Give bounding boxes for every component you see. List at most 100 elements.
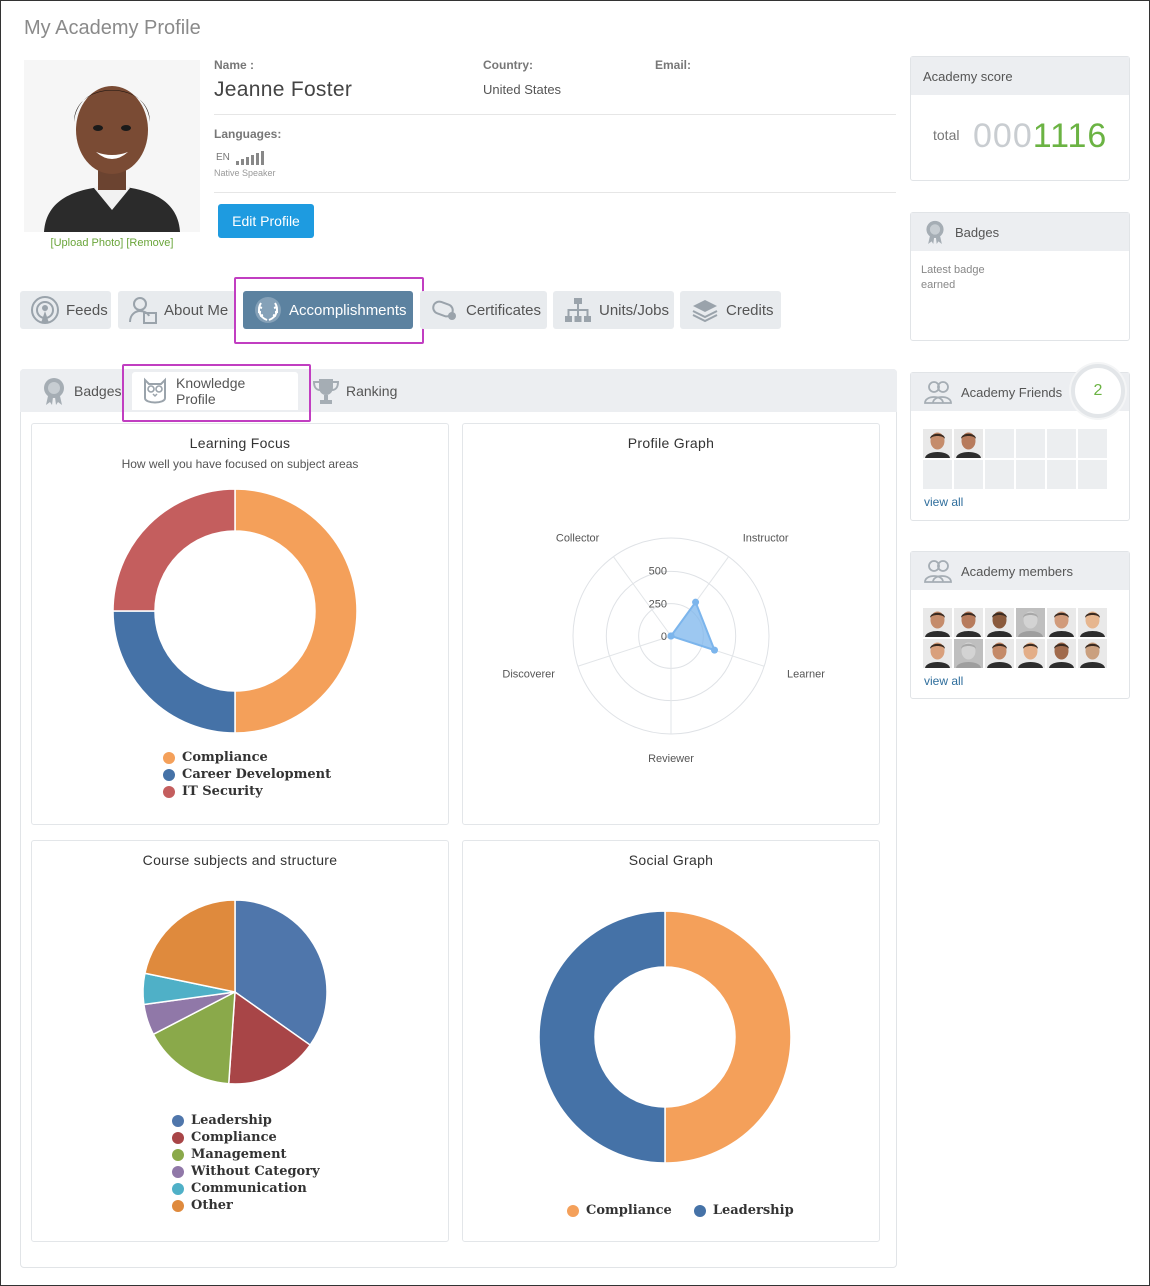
learning-focus-card: Learning Focus How well you have focused… [31,423,449,825]
legend-item[interactable]: Without Category [172,1164,320,1179]
avatar[interactable] [1078,608,1107,637]
avatar[interactable] [1047,639,1076,668]
tab-about-me[interactable]: About Me [118,291,236,329]
avatar[interactable] [923,639,952,668]
radar-axis-label: Reviewer [648,753,694,765]
legend-item[interactable]: Leadership [693,1203,794,1218]
divider [214,192,896,193]
avatar[interactable] [923,608,952,637]
avatar[interactable] [985,639,1014,668]
legend-item[interactable]: Management [172,1147,320,1162]
profile-country: United States [483,82,562,97]
tab-accomplishments[interactable]: Accomplishments [243,291,413,329]
legend-swatch [172,1182,184,1195]
avatar[interactable] [954,608,983,637]
subtab-ranking[interactable]: Ranking [312,372,397,410]
tab-about-label: About Me [164,301,229,319]
empty-friend-slot [1016,460,1045,489]
subtab-ranking-label: Ranking [346,383,398,399]
legend-swatch [567,1204,579,1217]
tab-credits[interactable]: Credits [680,291,781,329]
radar-point[interactable] [667,632,675,640]
tab-units-jobs[interactable]: Units/Jobs [553,291,674,329]
subtab-badges-label: Badges [74,383,122,399]
language-level: Native Speaker [214,168,276,178]
radar-axis-label: Discoverer [502,669,555,681]
avatar[interactable] [1047,608,1076,637]
empty-friend-slot [923,460,952,489]
badges-box: Badges Latest badge earned [910,212,1130,341]
profile-photo [24,60,200,232]
empty-friend-slot [1047,460,1076,489]
academy-members-box: Academy members view all [910,551,1130,699]
radar-point[interactable] [710,646,718,654]
avatar[interactable] [923,429,952,458]
legend-swatch [163,785,175,798]
friends-view-all-link[interactable]: view all [924,495,963,509]
legend-item[interactable]: Compliance [163,750,331,765]
tab-feeds[interactable]: Feeds [20,291,111,329]
legend-label: Career Development [182,767,332,782]
languages-label: Languages: [214,127,282,141]
legend-swatch [172,1165,184,1178]
subtab-highlight [122,364,311,422]
users-icon [923,558,953,584]
legend-item[interactable]: Compliance [172,1130,320,1145]
remove-photo-link[interactable]: [Remove] [126,237,173,249]
members-box-header: Academy members [911,552,1129,590]
radar-axis-label: Learner [787,669,825,681]
friends-count-badge: 2 [1071,364,1125,418]
legend-item[interactable]: Other [172,1198,320,1213]
avatar[interactable] [954,639,983,668]
tab-certificates-label: Certificates [466,301,542,319]
social-graph-legend: Compliance Leadership [567,1203,794,1218]
upload-photo-link[interactable]: [Upload Photo] [51,237,124,249]
badges-box-title: Badges [955,224,1000,240]
avatar[interactable] [954,429,983,458]
tab-units-label: Units/Jobs [599,301,670,319]
edit-profile-button[interactable]: Edit Profile [218,204,314,238]
course-subjects-card: Course subjects and structure Leadership… [31,840,449,1242]
avatar[interactable] [985,608,1014,637]
legend-label: Compliance [182,750,268,765]
avatar[interactable] [1016,639,1045,668]
hierarchy-icon [561,293,595,327]
legend-label: Without Category [191,1164,320,1179]
legend-item[interactable]: Career Development [163,767,331,782]
badges-box-header: Badges [911,213,1129,251]
stack-icon [688,293,722,327]
legend-item[interactable]: Leadership [172,1113,320,1128]
laurel-icon [251,293,285,327]
tab-certificates[interactable]: Certificates [420,291,547,329]
badge-icon [40,376,68,406]
legend-item[interactable]: IT Security [163,784,331,799]
subtab-badges[interactable]: Badges [40,372,121,410]
page-title: My Academy Profile [24,17,201,39]
latest-badge-text: Latest badge earned [921,264,985,291]
legend-label: Communication [191,1181,307,1196]
avatar[interactable] [1078,639,1107,668]
legend-label: Leadership [191,1113,272,1128]
language-code: EN [216,152,230,163]
slice-career-development [112,610,236,734]
empty-friend-slot [954,460,983,489]
legend-swatch [693,1204,706,1217]
members-view-all-link[interactable]: view all [924,674,963,688]
legend-swatch [172,1114,184,1127]
radar-axis-label: Instructor [743,532,789,544]
tab-accomplishments-label: Accomplishments [289,301,407,319]
avatar[interactable] [1016,608,1045,637]
legend-item[interactable]: Communication [172,1181,320,1196]
legend-label: IT Security [182,784,263,799]
legend-item[interactable]: Compliance [567,1203,672,1218]
radar-tick-label: 500 [649,566,667,578]
profile-graph-card: Profile Graph Instructor Learner Reviewer D… [462,423,880,825]
language-level-bars [236,151,264,165]
legend-swatch [172,1131,184,1144]
radar-point[interactable] [692,598,700,606]
users-icon [923,379,953,405]
academy-score-title: Academy score [911,57,1129,95]
radar-axis-label: Collector [556,532,600,544]
empty-friend-slot [1047,429,1076,458]
legend-label: Management [191,1147,287,1162]
